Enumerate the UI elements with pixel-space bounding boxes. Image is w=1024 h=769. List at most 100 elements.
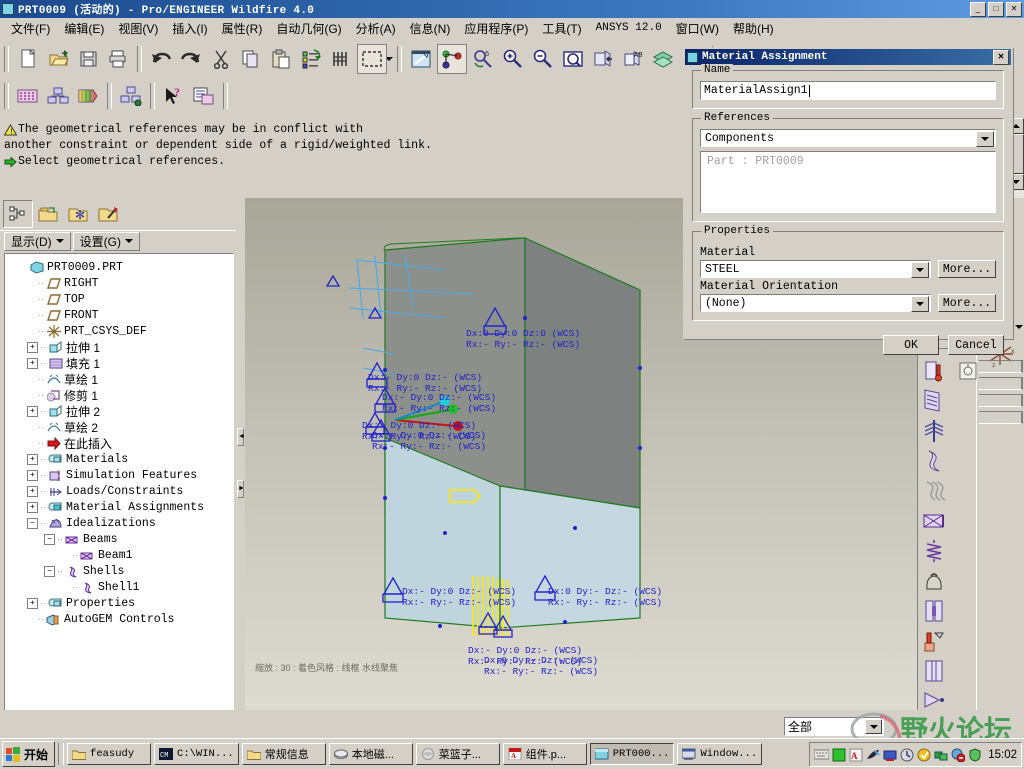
expand-icon[interactable]: +: [27, 469, 38, 481]
repaint-icon[interactable]: [407, 45, 435, 73]
expand-icon[interactable]: +: [27, 485, 38, 497]
results-icon[interactable]: [74, 82, 102, 110]
spin-center-icon[interactable]: 5: [469, 45, 497, 73]
panel-splitter[interactable]: ◄ ►: [236, 196, 245, 712]
tree-item-[interactable]: ·· 在此插入: [10, 435, 233, 451]
collapse-icon[interactable]: −: [27, 517, 38, 529]
shell-pair-icon[interactable]: [921, 386, 947, 416]
minimize-button[interactable]: _: [970, 2, 986, 17]
layers-icon[interactable]: [649, 45, 677, 73]
toolbar-button-slot[interactable]: [979, 360, 1023, 373]
tree-item-1[interactable]: + ·· 填充 1: [10, 355, 233, 371]
display-button[interactable]: 显示(D): [4, 231, 71, 251]
menu-applications[interactable]: 应用程序(P): [457, 18, 535, 39]
selection-filter-combo[interactable]: 全部: [784, 717, 884, 736]
tree-item-simulationfeatures[interactable]: + ·· x x Simulation Features: [10, 467, 233, 483]
tree-item-2[interactable]: + ·· 拉伸 2: [10, 403, 233, 419]
expand-icon[interactable]: +: [27, 341, 38, 353]
tree-item-right[interactable]: ·· RIGHT: [10, 275, 233, 291]
menu-view[interactable]: 视图(V): [111, 18, 165, 39]
settings-button[interactable]: 设置(G): [72, 231, 140, 251]
ink-icon[interactable]: [865, 747, 880, 762]
menu-tools[interactable]: 工具(T): [535, 18, 588, 39]
references-type-combo[interactable]: Components: [700, 129, 996, 147]
tree-structure-icon[interactable]: [3, 200, 33, 228]
pdf-tray-icon[interactable]: A: [848, 747, 863, 762]
tree-item-1[interactable]: ·· 草绘 1: [10, 371, 233, 387]
chevron-down-icon[interactable]: [976, 131, 994, 147]
keyboard-icon[interactable]: [814, 747, 830, 762]
tree-item-prt0009prt[interactable]: PRT0009.PRT: [10, 259, 233, 275]
taskbar-button[interactable]: Window...: [677, 743, 763, 765]
taskbar-button[interactable]: 菜篮子...: [415, 743, 500, 765]
dialog-close-button[interactable]: ✕: [993, 49, 1009, 65]
datum-display-icon[interactable]: [437, 43, 467, 74]
list-item[interactable]: Part : PRT0009: [707, 155, 989, 168]
view-orient-icon[interactable]: AB: [619, 45, 647, 73]
menu-edit[interactable]: 编辑(E): [57, 18, 111, 39]
menu-autogeom[interactable]: 自动几何(G): [269, 18, 348, 39]
menu-insert[interactable]: 插入(I): [165, 18, 214, 39]
material-assignment-dialog[interactable]: Material Assignment ✕ Name MaterialAssig…: [683, 47, 1013, 355]
menu-info[interactable]: 信息(N): [403, 18, 458, 39]
chevron-down-icon[interactable]: [1015, 325, 1023, 329]
shield-icon[interactable]: [967, 747, 982, 762]
tree-item-materials[interactable]: + ·· Materials: [10, 451, 233, 467]
taskbar-button[interactable]: 本地磁...: [328, 743, 413, 765]
tree-item-properties[interactable]: + ·· Properties: [10, 595, 233, 611]
weld-icon[interactable]: [921, 596, 947, 626]
taskbar-button[interactable]: 常规信息: [241, 743, 326, 765]
chevron-down-icon[interactable]: [911, 262, 929, 278]
user-block-icon[interactable]: [950, 747, 965, 762]
expand-icon[interactable]: +: [27, 357, 38, 369]
spring-icon[interactable]: [921, 536, 947, 566]
tree-item-materialassignments[interactable]: + ·· Material Assignments: [10, 499, 233, 515]
close-button[interactable]: ✕: [1006, 2, 1022, 17]
splitter-collapse-right[interactable]: ►: [237, 480, 245, 498]
beam-icon[interactable]: [921, 506, 947, 536]
chevron-down-icon[interactable]: [865, 719, 882, 734]
tree-item-shell1[interactable]: ·· Shell1: [10, 579, 233, 595]
help-pointer-icon[interactable]: ?: [160, 82, 188, 110]
net-icon[interactable]: [882, 747, 897, 762]
menu-analysis[interactable]: 分析(A): [349, 18, 403, 39]
name-input[interactable]: MaterialAssign1: [700, 81, 996, 100]
tree-item-front[interactable]: ·· FRONT: [10, 307, 233, 323]
shell-icon[interactable]: [921, 446, 947, 476]
taskbar-button[interactable]: CM C:\WIN...: [154, 743, 239, 765]
menu-properties[interactable]: 属性(R): [215, 18, 270, 39]
autogem-icon[interactable]: [117, 82, 145, 110]
find-icon[interactable]: [327, 45, 355, 73]
save-icon[interactable]: [74, 45, 102, 73]
expand-icon[interactable]: +: [27, 597, 38, 609]
refit-icon[interactable]: [559, 45, 587, 73]
paste-icon[interactable]: [267, 45, 295, 73]
expand-icon[interactable]: +: [27, 501, 38, 513]
taskbar-button[interactable]: PRT000...: [589, 743, 675, 765]
maximize-button[interactable]: □: [988, 2, 1004, 17]
ok-button[interactable]: OK: [883, 335, 939, 355]
green-square-icon[interactable]: [831, 747, 846, 762]
menu-window[interactable]: 窗口(W): [669, 18, 726, 39]
idealization-icon[interactable]: [44, 82, 72, 110]
mesh-icon[interactable]: [14, 82, 42, 110]
toolbar-button-slot[interactable]: [979, 377, 1023, 390]
material-orientation-combo[interactable]: (None): [700, 294, 931, 312]
tree-item-loadsconstraints[interactable]: + ·· Loads/Constraints: [10, 483, 233, 499]
tree-filter-icon[interactable]: [33, 200, 63, 228]
mass-connection-icon[interactable]: [921, 656, 947, 686]
tree-item-shells[interactable]: − ·· Shells: [10, 563, 233, 579]
toolbar-button-slot[interactable]: [979, 411, 1023, 424]
redo-icon[interactable]: [177, 45, 205, 73]
tree-new-icon[interactable]: ✻: [63, 200, 93, 228]
tree-item-2[interactable]: ·· 草绘 2: [10, 419, 233, 435]
cancel-button[interactable]: Cancel: [948, 335, 1004, 355]
material-combo[interactable]: STEEL: [700, 260, 931, 278]
sync-icon[interactable]: [933, 747, 948, 762]
print-icon[interactable]: [104, 45, 132, 73]
material-more-button[interactable]: More...: [938, 260, 996, 278]
model-tree-panel[interactable]: PRT0009.PRT ·· RIGHT ·· TOP ·· FRONT ·· PRT_CSYS…: [4, 253, 234, 712]
start-button[interactable]: 开始: [2, 741, 56, 767]
menu-ansys[interactable]: ANSYS 12.0: [589, 20, 669, 36]
tree-item-autogemcontrols[interactable]: ·· AutoGEM Controls: [10, 611, 233, 627]
